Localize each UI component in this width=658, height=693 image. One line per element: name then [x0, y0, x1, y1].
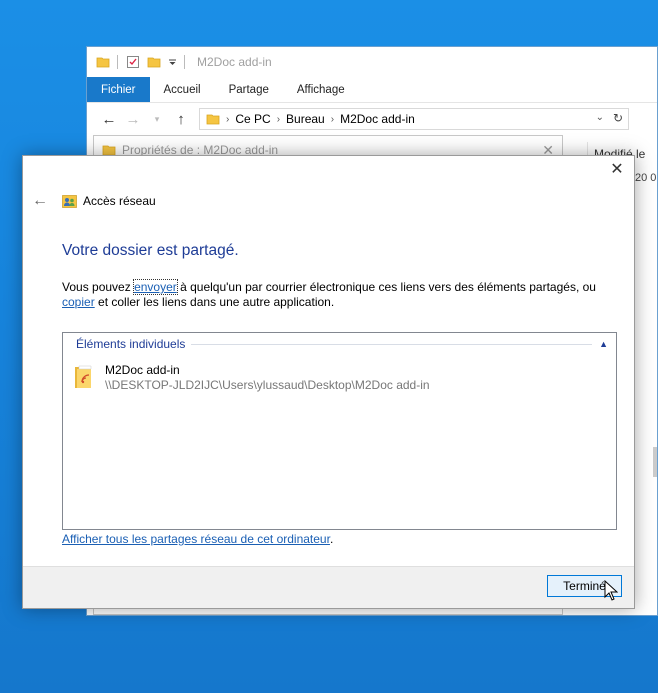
breadcrumb-desktop[interactable]: Bureau	[286, 112, 325, 126]
refresh-icon[interactable]: ↻	[613, 111, 623, 125]
tab-view[interactable]: Affichage	[283, 77, 359, 102]
address-bar[interactable]: › Ce PC › Bureau › M2Doc add-in ⌄ ↻	[199, 108, 629, 130]
network-access-dialog: ✕ ← Accès réseau Votre dossier est parta…	[22, 155, 635, 609]
instructions-part-1: Vous pouvez	[62, 280, 135, 294]
folder-icon[interactable]	[147, 55, 161, 69]
group-divider	[191, 343, 593, 345]
dropdown-arrow-icon[interactable]	[168, 58, 177, 67]
tab-file[interactable]: Fichier	[87, 77, 150, 102]
breadcrumb-folder[interactable]: M2Doc add-in	[340, 112, 415, 126]
window-title: M2Doc add-in	[197, 55, 272, 69]
breadcrumb-this-pc[interactable]: Ce PC	[235, 112, 270, 126]
copy-link[interactable]: copier	[62, 295, 95, 309]
tab-home[interactable]: Accueil	[150, 77, 215, 102]
close-icon[interactable]: ✕	[609, 162, 625, 178]
folder-icon	[206, 112, 220, 126]
send-link[interactable]: envoyer	[133, 279, 178, 295]
shared-folder-icon	[73, 363, 95, 393]
modified-date-value: 20 0	[635, 172, 657, 184]
instructions-part-2: à quelqu'un par courrier électronique ce…	[176, 280, 596, 294]
show-all-suffix: .	[329, 532, 334, 546]
dialog-title: Accès réseau	[83, 194, 156, 208]
back-arrow-icon[interactable]: ←	[32, 192, 52, 210]
forward-arrow-icon[interactable]: →	[121, 111, 145, 128]
group-header[interactable]: Éléments individuels ▲	[76, 336, 608, 352]
dialog-header: ← Accès réseau	[32, 192, 156, 210]
chevron-up-icon[interactable]: ▲	[599, 339, 608, 349]
recent-dropdown-icon[interactable]: ▾	[145, 114, 169, 125]
shared-items-list[interactable]: Éléments individuels ▲ M2Doc add-in \\DE…	[62, 332, 617, 530]
list-item[interactable]: M2Doc add-in \\DESKTOP-JLD2IJC\Users\ylu…	[73, 363, 430, 393]
chevron-right-icon[interactable]: ›	[226, 114, 229, 125]
chevron-right-icon[interactable]: ›	[331, 114, 334, 125]
network-users-icon	[62, 194, 77, 209]
explorer-titlebar: M2Doc add-in	[87, 47, 657, 77]
chevron-right-icon[interactable]: ›	[277, 114, 280, 125]
ribbon-tabs: Fichier Accueil Partage Affichage	[87, 77, 657, 103]
show-all-shares-link[interactable]: Afficher tous les partages réseau de cet…	[62, 532, 330, 546]
instructions-part-3: et coller les liens dans une autre appli…	[94, 295, 335, 309]
instructions-text: Vous pouvez envoyer à quelqu'un par cour…	[62, 279, 622, 310]
folder-icon[interactable]	[96, 55, 110, 69]
dialog-heading: Votre dossier est partagé.	[62, 242, 239, 259]
scrollbar[interactable]	[653, 447, 657, 477]
checkmark-doc-icon[interactable]	[126, 55, 140, 69]
item-name: M2Doc add-in	[105, 363, 180, 377]
toolbar-separator	[184, 55, 185, 69]
chevron-down-icon[interactable]: ⌄	[596, 112, 604, 123]
dialog-footer: Terminé	[23, 566, 634, 608]
address-row: ← → ▾ ↑ › Ce PC › Bureau › M2Doc add-in …	[87, 103, 657, 135]
tab-share[interactable]: Partage	[215, 77, 283, 102]
back-arrow-icon[interactable]: ←	[97, 111, 121, 128]
mouse-cursor-icon	[604, 579, 619, 605]
show-all-shares: Afficher tous les partages réseau de cet…	[62, 532, 333, 546]
group-label: Éléments individuels	[76, 337, 186, 351]
toolbar-separator	[117, 55, 118, 69]
item-path: \\DESKTOP-JLD2IJC\Users\ylussaud\Desktop…	[105, 378, 430, 392]
up-arrow-icon[interactable]: ↑	[169, 111, 193, 128]
